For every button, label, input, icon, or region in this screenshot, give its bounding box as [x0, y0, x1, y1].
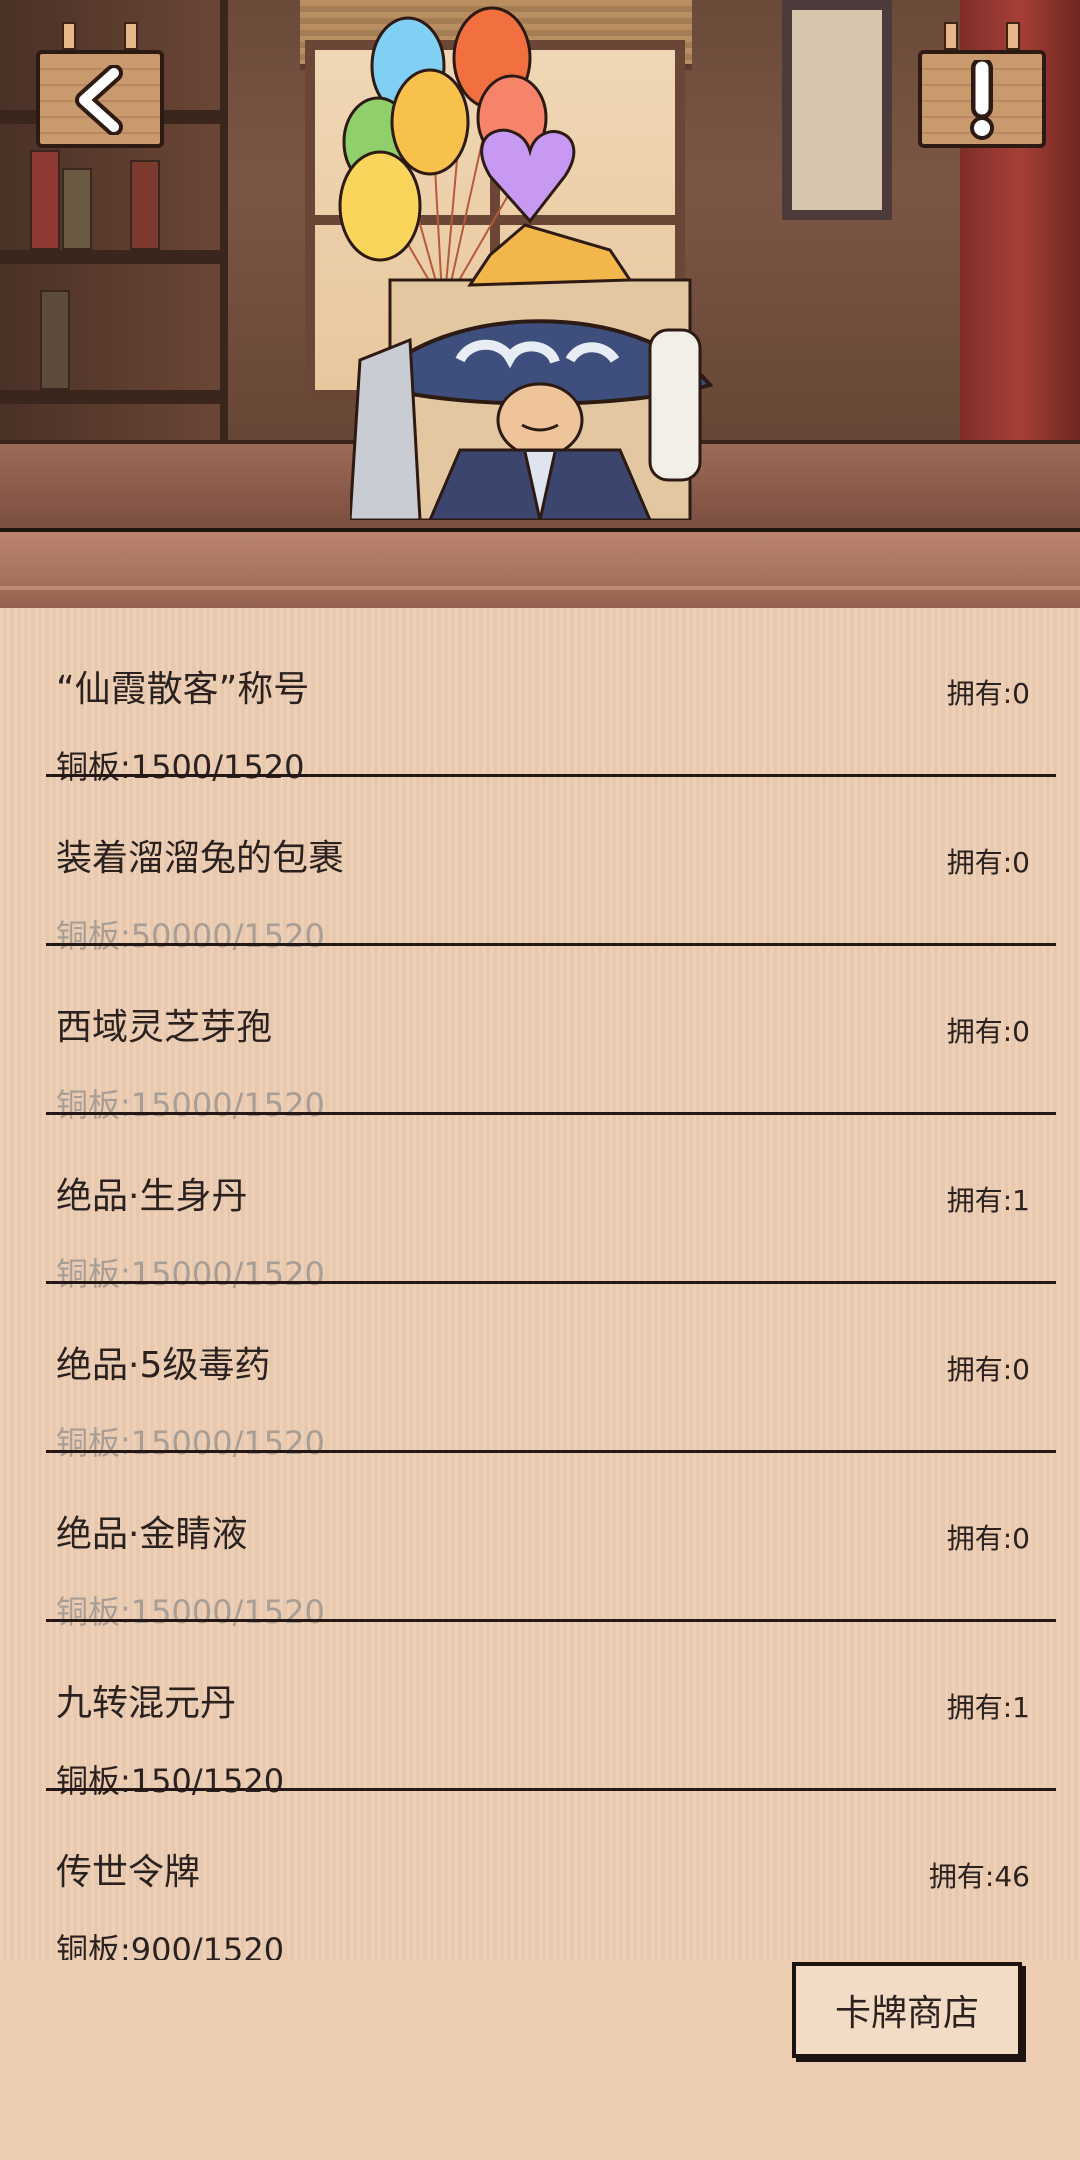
exclamation-icon	[970, 60, 994, 140]
card-shop-button[interactable]: 卡牌商店	[792, 1962, 1022, 2058]
merchant-character	[350, 223, 714, 520]
shop-keeper-scene	[0, 0, 1080, 528]
item-owned-count: 拥有:0	[946, 677, 1030, 710]
shop-item-row[interactable]: 西域灵芝芽孢 拥有:0 铜板:15000/1520	[0, 946, 1080, 1124]
item-name: 绝品·5级毒药	[56, 1345, 271, 1386]
back-button[interactable]	[36, 22, 164, 148]
item-price: 铜板:900/1520	[56, 1931, 285, 1960]
item-owned-count: 拥有:0	[946, 1015, 1030, 1048]
item-name: 九转混元丹	[56, 1683, 237, 1724]
item-owned-count: 拥有:0	[946, 1522, 1030, 1555]
item-name: “仙霞散客”称号	[56, 669, 310, 710]
chevron-left-icon	[75, 65, 123, 135]
item-name: 绝品·生身丹	[56, 1176, 248, 1217]
counter-band	[0, 528, 1080, 608]
item-name: 装着溜溜兔的包裹	[56, 838, 345, 879]
item-owned-count: 拥有:46	[928, 1860, 1030, 1893]
shop-item-row[interactable]: 绝品·生身丹 拥有:1 铜板:15000/1520	[0, 1115, 1080, 1293]
item-owned-count: 拥有:1	[946, 1691, 1030, 1724]
item-owned-count: 拥有:0	[946, 1353, 1030, 1386]
info-button[interactable]	[918, 22, 1046, 148]
card-shop-button-label: 卡牌商店	[834, 1993, 979, 2034]
shop-item-row[interactable]: 绝品·5级毒药 拥有:0 铜板:15000/1520	[0, 1284, 1080, 1462]
item-owned-count: 拥有:0	[946, 846, 1030, 879]
wall-painting	[782, 0, 892, 220]
item-name: 西域灵芝芽孢	[56, 1007, 273, 1048]
shop-item-row[interactable]: 绝品·金睛液 拥有:0 铜板:15000/1520	[0, 1453, 1080, 1631]
shop-item-list[interactable]: “仙霞散客”称号 拥有:0 铜板:1500/1520 装着溜溜兔的包裹 拥有:0 铜板:5…	[0, 608, 1080, 1960]
item-name: 传世令牌	[56, 1852, 201, 1893]
item-owned-count: 拥有:1	[946, 1184, 1030, 1217]
shop-item-row[interactable]: 装着溜溜兔的包裹 拥有:0 铜板:50000/1520	[0, 777, 1080, 955]
shop-item-row[interactable]: “仙霞散客”称号 拥有:0 铜板:1500/1520	[0, 608, 1080, 786]
shop-item-row[interactable]: 九转混元丹 拥有:1 铜板:150/1520	[0, 1622, 1080, 1800]
item-name: 绝品·金睛液	[56, 1514, 248, 1555]
shop-item-row[interactable]: 传世令牌 拥有:46 铜板:900/1520	[0, 1791, 1080, 1960]
